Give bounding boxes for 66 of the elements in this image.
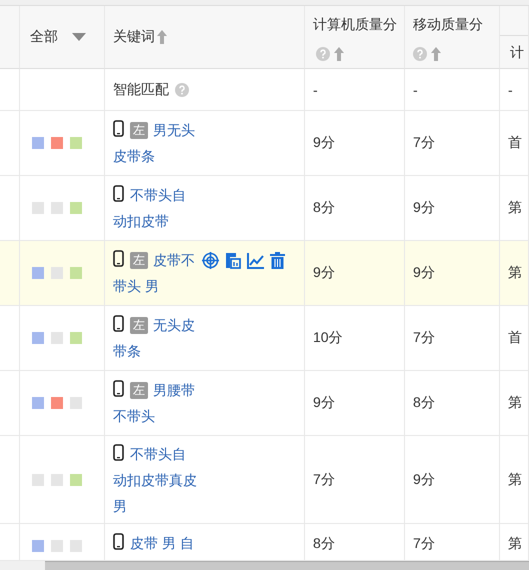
- table-cell: 第: [508, 394, 522, 412]
- table-row[interactable]: 皮带 男 自 8分 7分 第: [0, 524, 529, 561]
- table-cell: 9分: [313, 134, 335, 152]
- sort-up-icon[interactable]: [334, 47, 344, 62]
- table-cell: 第: [508, 535, 522, 553]
- copy-icon[interactable]: [225, 252, 241, 269]
- table-cell: -: [313, 82, 318, 98]
- line-chart-icon[interactable]: [247, 252, 264, 268]
- left-tag: 左: [130, 122, 148, 139]
- keyword-link[interactable]: 左 男腰带不带头: [113, 377, 199, 429]
- sort-up-icon[interactable]: [431, 47, 441, 62]
- table-cell: 7分: [413, 329, 435, 347]
- table-cell: 首: [508, 134, 522, 152]
- dropdown-caret-icon[interactable]: [72, 33, 86, 41]
- phone-icon: [113, 185, 124, 202]
- table-row[interactable]: 不带头自动扣皮带 8分 9分 第: [0, 176, 529, 241]
- table-row[interactable]: 左 皮带不带头 男 9分 9分 第: [0, 241, 529, 306]
- table-cell: -: [508, 82, 513, 98]
- phone-icon: [113, 533, 124, 550]
- keyword-link[interactable]: 左 无头皮带条: [113, 312, 199, 364]
- trash-icon[interactable]: [270, 252, 285, 269]
- table-cell: 9分: [413, 264, 435, 282]
- table-cell: 10分: [313, 329, 343, 347]
- table-row[interactable]: 左 男腰带不带头 9分 8分 第: [0, 371, 529, 436]
- column-header[interactable]: 移动质量分: [413, 16, 483, 32]
- table-cell: 7分: [313, 470, 335, 488]
- table-cell: 7分: [413, 535, 435, 553]
- sort-up-icon[interactable]: [157, 30, 167, 44]
- help-icon[interactable]: [316, 47, 330, 62]
- phone-icon: [113, 120, 124, 137]
- table-cell: 第: [508, 199, 522, 217]
- table-cell: 首: [508, 329, 522, 347]
- help-icon[interactable]: [413, 47, 427, 62]
- table-cell: -: [413, 82, 418, 98]
- left-tag: 左: [130, 382, 148, 399]
- phone-icon: [113, 315, 124, 332]
- left-tag: 左: [130, 317, 148, 334]
- table-cell: 8分: [313, 535, 335, 553]
- table-row[interactable]: 不带头自动扣皮带真皮男 7分 9分 第: [0, 436, 529, 524]
- keyword-link[interactable]: 不带头自动扣皮带: [113, 182, 199, 234]
- keyword-link[interactable]: 皮带 男 自: [113, 530, 199, 556]
- column-header[interactable]: 计算机质量分: [313, 16, 397, 32]
- table-cell: 8分: [413, 394, 435, 412]
- table-row[interactable]: 左 男无头皮带条 9分 7分 首: [0, 111, 529, 176]
- phone-icon: [113, 380, 124, 397]
- column-header[interactable]: 计: [500, 36, 528, 68]
- left-tag: 左: [130, 252, 148, 269]
- table-cell: 9分: [313, 264, 335, 282]
- phone-icon: [113, 444, 124, 460]
- table-cell: 9分: [413, 199, 435, 217]
- keyword-link[interactable]: 不带头自动扣皮带真皮男: [113, 440, 199, 518]
- column-header[interactable]: 关键词: [113, 28, 155, 46]
- keyword-link[interactable]: 左 男无头皮带条: [113, 117, 199, 169]
- smart-match-label: 智能匹配: [113, 80, 169, 98]
- phone-icon: [113, 250, 124, 267]
- help-icon[interactable]: [175, 82, 189, 96]
- table-row[interactable]: 左 无头皮带条 10分 7分 首: [0, 306, 529, 371]
- select-all-label: 全部: [30, 28, 58, 46]
- table-cell: 第: [508, 264, 522, 282]
- table-cell: 9分: [413, 470, 435, 488]
- table-cell: 第: [508, 470, 522, 488]
- table-cell: 9分: [313, 394, 335, 412]
- table-cell: 8分: [313, 199, 335, 217]
- table-cell: 7分: [413, 134, 435, 152]
- target-icon[interactable]: [202, 252, 219, 269]
- keyword-link[interactable]: 左 皮带不带头 男: [113, 247, 199, 299]
